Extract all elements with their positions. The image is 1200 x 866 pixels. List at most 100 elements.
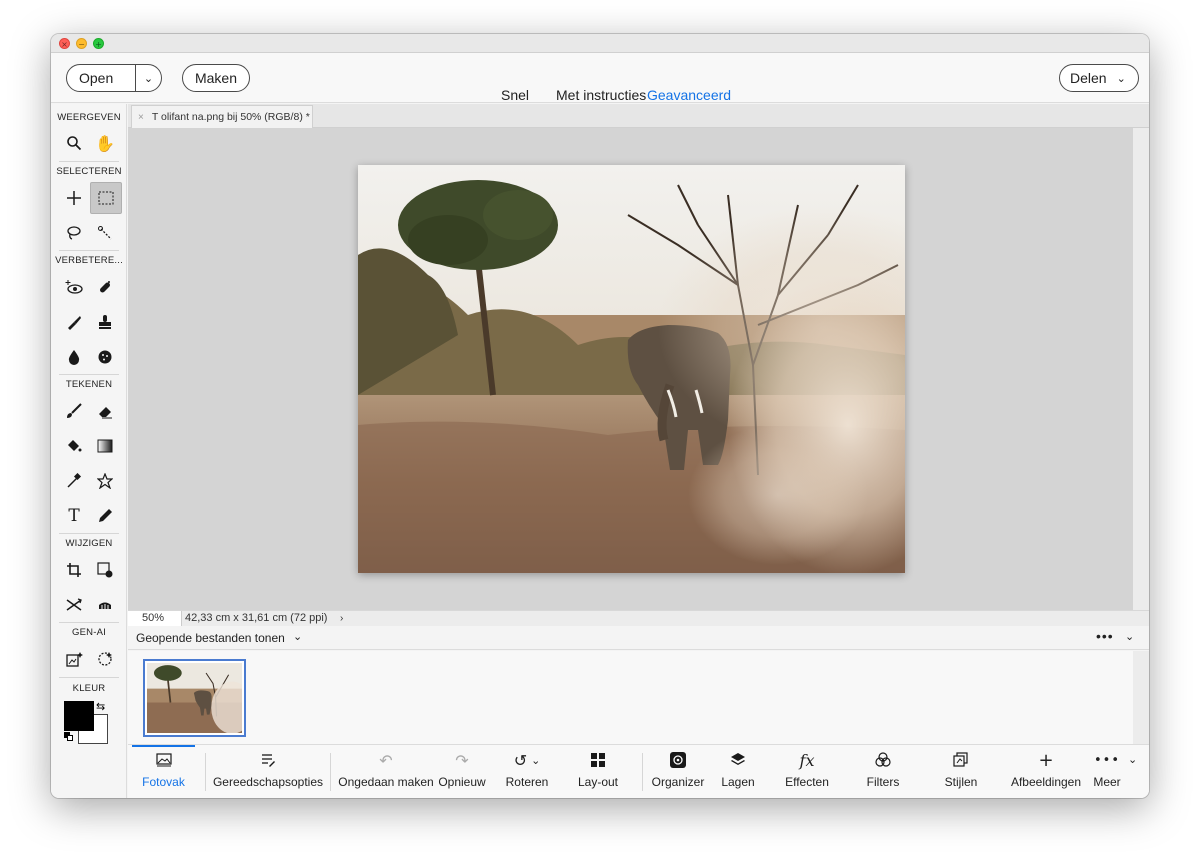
smart-brush-icon[interactable]: [59, 307, 89, 337]
close-tab-icon[interactable]: ×: [138, 112, 144, 123]
toolbox-divider: [59, 677, 119, 678]
open-files-dropdown[interactable]: Geopende bestanden tonen: [136, 631, 285, 645]
bottombar-divider: [330, 753, 331, 791]
more-label: Meer: [1093, 775, 1121, 789]
lasso-tool-icon[interactable]: [59, 218, 89, 248]
styles-icon: [953, 745, 969, 775]
title-bar: × − +: [51, 34, 1149, 53]
crop-tool-icon[interactable]: [59, 555, 89, 585]
photo-bin: [128, 651, 1133, 744]
bin-more-options-icon[interactable]: •••: [1096, 628, 1114, 644]
straighten-tool-icon[interactable]: [90, 590, 120, 620]
styles-button[interactable]: Stijlen: [928, 745, 994, 798]
brush-tool-icon[interactable]: [59, 396, 89, 426]
open-button[interactable]: Open ⌄: [66, 64, 162, 92]
foreground-color-swatch[interactable]: [64, 701, 94, 731]
document-tab-title: T olifant na.png bij 50% (RGB/8) *: [151, 111, 310, 123]
type-tool-icon[interactable]: T: [59, 501, 89, 531]
filters-icon: [874, 745, 892, 775]
undo-button[interactable]: ↶ Ongedaan maken: [336, 745, 436, 798]
make-button[interactable]: Maken: [182, 64, 250, 92]
gradient-tool-icon[interactable]: [90, 431, 120, 461]
status-info-chevron-icon[interactable]: ›: [340, 611, 343, 626]
add-icon: +: [1038, 749, 1054, 771]
zoom-level-field[interactable]: 50%: [128, 611, 182, 626]
mode-tab-guided[interactable]: Met instructies: [556, 87, 646, 103]
pencil-tool-icon[interactable]: [90, 501, 120, 531]
undo-icon: ↶: [379, 750, 393, 770]
share-chevron-icon[interactable]: ⌄: [1117, 72, 1126, 85]
open-dropdown-chevron-icon[interactable]: ⌄: [136, 72, 161, 85]
bin-collapse-chevron-icon[interactable]: ⌄: [1125, 630, 1134, 643]
filters-button[interactable]: Filters: [850, 745, 916, 798]
reset-colors-icon[interactable]: [64, 732, 74, 742]
organizer-label: Organizer: [651, 775, 705, 789]
photo-bin-button[interactable]: Fotovak: [128, 745, 199, 798]
layers-button[interactable]: Lagen: [708, 745, 768, 798]
paint-bucket-icon[interactable]: [59, 431, 89, 461]
open-label[interactable]: Open: [67, 70, 135, 86]
effects-icon: fx: [799, 750, 815, 770]
section-modify-label: WIJZIGEN: [65, 538, 113, 549]
layers-label: Lagen: [721, 775, 755, 789]
photo-bin-scrollbar[interactable]: [1133, 651, 1149, 744]
organizer-icon: [669, 745, 687, 775]
app-window: × − + Open ⌄ Maken Snel Met instructies …: [51, 34, 1149, 798]
content-aware-move-icon[interactable]: [59, 590, 89, 620]
toolbox-divider: [59, 374, 119, 375]
minimize-window-button[interactable]: −: [76, 38, 87, 49]
red-eye-tool-icon[interactable]: [59, 272, 89, 302]
close-window-button[interactable]: ×: [59, 38, 70, 49]
more-chevron-icon[interactable]: ⌄: [1128, 753, 1137, 766]
blur-tool-icon[interactable]: [59, 342, 89, 372]
eraser-tool-icon[interactable]: [90, 396, 120, 426]
bottombar-divider: [642, 753, 643, 791]
custom-shape-tool-icon[interactable]: [90, 466, 120, 496]
maximize-window-button[interactable]: +: [93, 38, 104, 49]
graphics-button[interactable]: + Afbeeldingen: [1006, 745, 1086, 798]
organizer-button[interactable]: Organizer: [650, 745, 706, 798]
tool-options-button[interactable]: Gereedschapsopties: [212, 745, 324, 798]
more-button[interactable]: ••• Meer: [1086, 745, 1128, 798]
section-genai-label: GEN-AI: [72, 627, 106, 638]
mode-tab-advanced[interactable]: Geavanceerd: [647, 87, 731, 103]
recompose-tool-icon[interactable]: [90, 555, 120, 585]
share-button[interactable]: Delen ⌄: [1059, 64, 1139, 92]
layout-button[interactable]: Lay-out: [568, 745, 628, 798]
generative-fill-icon[interactable]: [59, 644, 89, 674]
layout-icon: [590, 745, 606, 775]
canvas-area[interactable]: [128, 128, 1133, 610]
layout-label: Lay-out: [577, 775, 619, 789]
quick-selection-tool-icon[interactable]: [90, 218, 120, 248]
toolbox-divider: [59, 533, 119, 534]
graphics-label: Afbeeldingen: [1010, 775, 1082, 789]
mode-tab-quick[interactable]: Snel: [501, 87, 529, 103]
tool-options-label: Gereedschapsopties: [212, 775, 324, 789]
rotate-icon: ↺ ⌄: [513, 750, 541, 770]
toolbox: WEERGEVEN ✋ SELECTEREN VERBETERE... TEKE…: [51, 104, 127, 798]
clone-stamp-icon[interactable]: [90, 307, 120, 337]
eyedropper-tool-icon[interactable]: [59, 466, 89, 496]
canvas-vertical-scrollbar[interactable]: [1133, 128, 1149, 610]
redo-icon: ↷: [455, 750, 469, 770]
document-image[interactable]: [358, 165, 905, 573]
swap-colors-icon[interactable]: ⇆: [96, 700, 105, 713]
sponge-tool-icon[interactable]: [90, 342, 120, 372]
document-dimensions: 42,33 cm x 31,61 cm (72 ppi): [185, 612, 328, 624]
marquee-tool-icon[interactable]: [90, 182, 122, 214]
redo-button[interactable]: ↷ Opnieuw: [434, 745, 490, 798]
move-tool-icon[interactable]: [59, 183, 89, 213]
share-label[interactable]: Delen: [1070, 70, 1107, 86]
effects-button[interactable]: fx Effecten: [772, 745, 842, 798]
generative-remove-icon[interactable]: [90, 644, 120, 674]
photo-bin-icon: [155, 745, 172, 775]
top-bar: Open ⌄ Maken Snel Met instructies Geavan…: [51, 53, 1149, 121]
photo-thumbnail[interactable]: [143, 659, 246, 737]
hand-tool-icon[interactable]: ✋: [90, 128, 120, 158]
zoom-tool-icon[interactable]: [59, 128, 89, 158]
open-files-chevron-icon[interactable]: ⌄: [293, 630, 302, 643]
status-bar: 50% 42,33 cm x 31,61 cm (72 ppi) ›: [128, 610, 1149, 626]
document-tab[interactable]: × T olifant na.png bij 50% (RGB/8) *: [131, 105, 313, 128]
spot-healing-brush-icon[interactable]: [90, 272, 120, 302]
rotate-button[interactable]: ↺ ⌄ Roteren: [498, 745, 556, 798]
